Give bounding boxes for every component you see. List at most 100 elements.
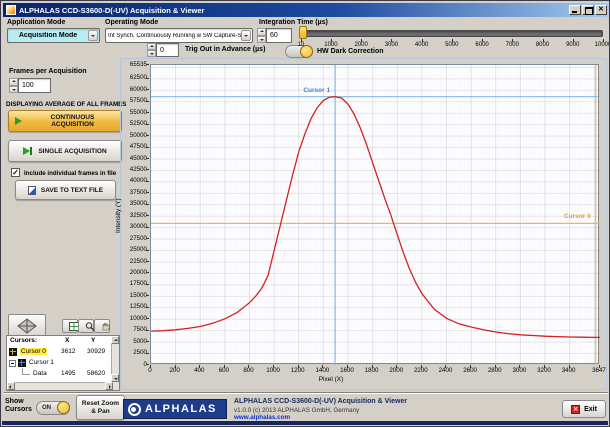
y-column-header: Y — [91, 337, 95, 344]
cursor1-data-y-value: 58620 — [87, 370, 105, 377]
cursor-row-0[interactable]: Cursor 0 3612 30929 — [7, 346, 119, 357]
plot-cursor-label-0[interactable]: Cursor 0 — [564, 213, 591, 220]
cursor-row-1[interactable]: Cursor 1 — [7, 357, 119, 368]
increment-icon[interactable] — [257, 28, 266, 36]
slider-tick-mark — [422, 39, 423, 42]
exit-label: Exit — [584, 406, 597, 413]
reset-zoom-pan-label: Reset Zoom & Pan — [79, 400, 122, 416]
toggle-on-label: ON — [42, 405, 51, 411]
slider-tick-label: 8000 — [531, 42, 555, 48]
integration-time-spinner[interactable]: 60 — [257, 28, 292, 43]
trig-out-value[interactable]: 0 — [156, 43, 179, 57]
pan-tool-button[interactable] — [94, 319, 110, 333]
alphalas-logo: ALPHALAS — [123, 399, 227, 419]
exit-icon — [571, 405, 580, 414]
trig-out-label: Trig Out in Advance (µs) — [185, 46, 265, 53]
include-frames-checkbox[interactable] — [11, 168, 20, 177]
down-arrow-icon — [114, 378, 118, 380]
toggle-knob-icon — [57, 401, 70, 414]
cursor1-name[interactable]: Cursor 1 — [29, 359, 54, 366]
integration-time-value[interactable]: 60 — [266, 28, 292, 43]
run-arrow-icon — [15, 117, 26, 125]
decrement-icon[interactable] — [147, 50, 156, 57]
slider-tick-mark — [391, 39, 392, 42]
window-title: ALPHALAS CCD-S3600-D(-UV) Acquisition & … — [19, 6, 204, 15]
step-arrow-icon — [23, 147, 34, 155]
footer-version: v1.0.0 (c) 2013 ALPHALAS GmbH, Germany — [234, 407, 359, 414]
hw-dark-correction-toggle[interactable] — [285, 45, 313, 58]
application-mode-value: Acquisition Mode — [8, 32, 88, 39]
trig-out-spinner[interactable]: 0 — [147, 43, 179, 57]
increment-icon[interactable] — [147, 43, 156, 50]
slider-tick-label: 4000 — [410, 42, 434, 48]
legend-horizontal-scrollbar[interactable] — [7, 382, 113, 390]
cursor-tool-button[interactable] — [62, 319, 78, 333]
cursor-legend[interactable]: Cursors: X Y Cursor 0 3612 30929 Cursor … — [6, 335, 120, 391]
integration-time-slider[interactable] — [301, 30, 603, 37]
cursor1-data-row[interactable]: Data 1495 58620 — [7, 368, 119, 379]
application-mode-select[interactable]: Acquisition Mode — [7, 28, 100, 43]
footer-website-link[interactable]: www.alphalas.com — [234, 414, 290, 421]
plot-area[interactable]: Cursor 0 Cursor 1 — [150, 64, 599, 364]
slider-tick-label: 7000 — [500, 42, 524, 48]
application-mode-dropdown-icon[interactable] — [88, 30, 98, 41]
increment-icon[interactable] — [9, 78, 18, 86]
continuous-acquisition-button[interactable]: CONTINUOUS ACQUISITION — [8, 110, 122, 132]
scroll-down-button[interactable] — [111, 374, 119, 382]
operating-mode-select[interactable]: Int Synch, Continuously Running w SW Cap… — [105, 28, 253, 43]
alphalas-logo-icon — [128, 403, 141, 416]
toggle-knob-icon — [300, 45, 313, 58]
x-axis-label: Pixel (X) — [291, 376, 371, 383]
cursor0-name[interactable]: Cursor 0 — [20, 348, 47, 355]
zoom-tool-button[interactable] — [78, 319, 94, 333]
y-axis-label: Intensity (Y) — [115, 151, 125, 281]
frames-per-acquisition-label: Frames per Acquisition — [9, 68, 87, 75]
maximize-button[interactable] — [582, 5, 594, 15]
footer-divider — [4, 392, 608, 394]
reset-zoom-pan-button[interactable]: Reset Zoom & Pan — [76, 395, 125, 420]
cursor0-x-value: 3612 — [61, 348, 75, 355]
cursor0-y-value: 30929 — [87, 348, 105, 355]
expander-icon[interactable] — [9, 360, 16, 367]
decrement-icon[interactable] — [9, 86, 18, 94]
slider-tick-label: 10000 — [591, 42, 610, 48]
slider-knob[interactable] — [299, 26, 307, 39]
exit-button[interactable]: Exit — [562, 400, 606, 418]
cursor1-data-name: Data — [33, 370, 47, 377]
scroll-left-button[interactable] — [7, 382, 15, 390]
close-button[interactable] — [595, 5, 607, 15]
decrement-icon[interactable] — [257, 36, 266, 44]
left-arrow-icon — [9, 385, 11, 389]
tree-elbow-icon — [22, 368, 30, 375]
single-acquisition-button[interactable]: SINGLE ACQUISITION — [8, 140, 122, 162]
titlebar: ALPHALAS CCD-S3600-D(-UV) Acquisition & … — [3, 3, 609, 17]
footer-accent-strip — [2, 421, 608, 425]
slider-tick-label: 9000 — [561, 42, 585, 48]
plot-cursor-label-1[interactable]: Cursor 1 — [303, 87, 330, 94]
single-acquisition-label: SINGLE ACQUISITION — [38, 148, 106, 155]
frames-per-acquisition-value[interactable]: 100 — [18, 78, 51, 93]
slider-tick-mark — [603, 39, 604, 42]
operating-mode-dropdown-icon[interactable] — [241, 30, 251, 41]
include-frames-label: Include individual frames in file — [24, 170, 116, 177]
slider-tick-mark — [301, 39, 302, 42]
cursor1-icon — [18, 359, 26, 367]
up-arrow-icon — [114, 339, 118, 341]
save-to-text-file-button[interactable]: SAVE TO TEXT FILE — [15, 180, 116, 200]
operating-mode-label: Operating Mode — [105, 19, 158, 26]
show-cursors-toggle[interactable]: ON — [36, 401, 70, 415]
frames-per-acquisition-spinner[interactable]: 100 — [9, 78, 51, 93]
app-window: ALPHALAS CCD-S3600-D(-UV) Acquisition & … — [0, 0, 610, 427]
slider-tick-mark — [543, 39, 544, 42]
slider-tick-mark — [573, 39, 574, 42]
scroll-right-button[interactable] — [105, 382, 113, 390]
save-icon — [28, 186, 36, 195]
application-mode-label: Application Mode — [7, 19, 65, 26]
hw-dark-correction-label: HW Dark Correction — [317, 48, 384, 55]
operating-mode-value: Int Synch, Continuously Running w SW Cap… — [106, 33, 241, 39]
cursor0-icon — [9, 348, 17, 356]
minimize-button[interactable] — [569, 5, 581, 15]
slider-tick-label: 5000 — [440, 42, 464, 48]
hand-icon — [101, 322, 111, 331]
scroll-up-button[interactable] — [111, 336, 119, 344]
